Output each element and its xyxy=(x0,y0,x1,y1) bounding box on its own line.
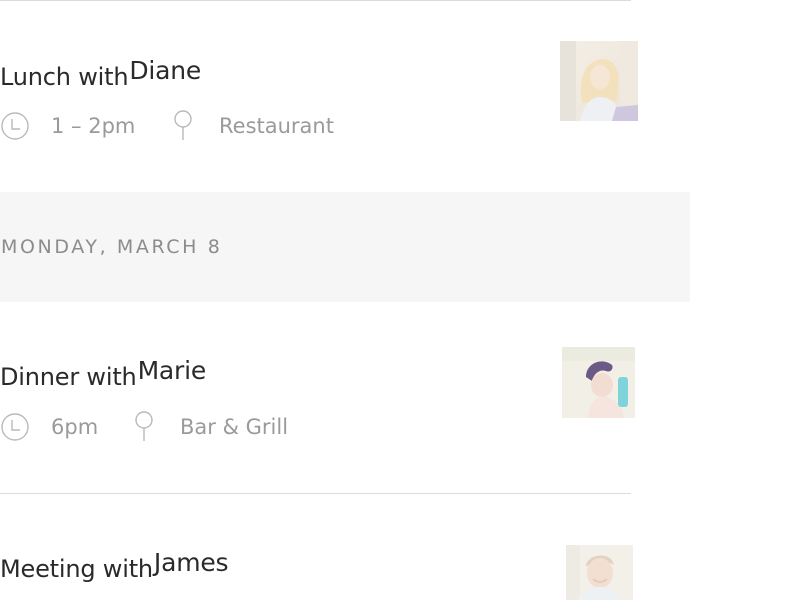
event-title-prefix: Lunch with xyxy=(0,63,129,91)
avatar-diane xyxy=(560,41,638,121)
clock-icon xyxy=(1,413,29,441)
event-person-name: Diane xyxy=(129,56,202,85)
event-meeting-james[interactable]: Meeting withJames xyxy=(0,494,690,600)
avatar-james-photo xyxy=(566,545,633,600)
day-header-label: MONDAY, MARCH 8 xyxy=(1,236,223,258)
clock-icon xyxy=(1,112,29,140)
event-title: Lunch withDiane xyxy=(0,56,201,91)
event-person-name: James xyxy=(153,548,229,577)
event-time: 1 – 2pm xyxy=(51,114,136,138)
location-pin-icon xyxy=(174,110,192,140)
avatar-james xyxy=(566,545,633,600)
event-title: Dinner withMarie xyxy=(0,356,206,391)
event-time: 6pm xyxy=(51,415,99,439)
event-title: Meeting withJames xyxy=(0,548,229,583)
event-title-prefix: Meeting with xyxy=(0,555,153,583)
location-pin-icon xyxy=(135,411,153,441)
event-person-name: Marie xyxy=(137,356,207,385)
event-dinner-marie[interactable]: Dinner withMarie 6pm Bar & Grill xyxy=(0,302,690,492)
event-location: Bar & Grill xyxy=(180,415,289,439)
agenda-list: Lunch withDiane 1 – 2pm Restaurant MONDA… xyxy=(0,0,800,600)
event-title-prefix: Dinner with xyxy=(0,363,137,391)
event-location: Restaurant xyxy=(219,114,334,138)
avatar-marie xyxy=(562,347,635,418)
avatar-marie-photo xyxy=(562,347,635,418)
event-lunch-diane[interactable]: Lunch withDiane 1 – 2pm Restaurant xyxy=(0,0,690,190)
avatar-diane-photo xyxy=(560,41,638,121)
